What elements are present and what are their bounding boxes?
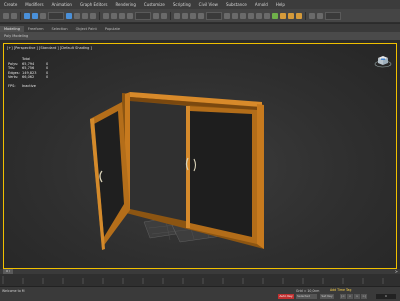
named-selection-dropdown[interactable] xyxy=(206,11,222,20)
reference-coordinate-dropdown[interactable] xyxy=(135,11,151,20)
scale-icon[interactable] xyxy=(119,12,125,19)
menu-civil-view[interactable]: Civil View xyxy=(195,2,222,7)
track-bar[interactable] xyxy=(0,274,400,286)
align-icon[interactable] xyxy=(232,12,238,19)
project-folder-icon[interactable] xyxy=(317,12,323,19)
layer-explorer-icon[interactable] xyxy=(240,12,246,19)
menu-modifiers[interactable]: Modifiers xyxy=(21,2,47,7)
play-button[interactable]: > xyxy=(354,294,360,299)
toolbar-divider xyxy=(20,11,21,20)
move-icon[interactable] xyxy=(103,12,109,19)
set-key-button[interactable]: Set Key xyxy=(320,294,334,299)
right-door-panel xyxy=(186,106,257,244)
angle-snap-icon[interactable] xyxy=(182,12,188,19)
current-frame-field[interactable]: 0 xyxy=(376,294,396,299)
select-manipulate-icon[interactable] xyxy=(161,12,167,19)
link-icon[interactable] xyxy=(24,12,30,19)
workspace-dropdown[interactable] xyxy=(325,11,341,20)
maxscript-listener-prompt[interactable]: Welcome to M xyxy=(2,289,25,293)
undo-icon[interactable] xyxy=(3,12,9,19)
placement-icon[interactable] xyxy=(127,12,133,19)
auto-key-button[interactable]: Auto Key xyxy=(278,294,294,299)
menu-help[interactable]: Help xyxy=(272,2,289,7)
rectangle-selection-icon[interactable] xyxy=(82,12,88,19)
door-model[interactable] xyxy=(4,44,397,269)
window-crossing-icon[interactable] xyxy=(90,12,96,19)
unlink-icon[interactable] xyxy=(32,12,38,19)
menu-create[interactable]: Create xyxy=(0,2,21,7)
bind-space-warp-icon[interactable] xyxy=(40,12,46,19)
snap-toggle-icon[interactable] xyxy=(174,12,180,19)
menu-scripting[interactable]: Scripting xyxy=(169,2,195,7)
schematic-view-icon[interactable] xyxy=(264,12,270,19)
menu-arnold[interactable]: Arnold xyxy=(251,2,272,7)
poly-modeling-panel[interactable]: Poly Modeling xyxy=(0,34,32,38)
previous-frame-button[interactable]: < xyxy=(347,294,353,299)
rotate-icon[interactable] xyxy=(111,12,117,19)
ribbon-subtab: Poly Modeling xyxy=(0,32,400,40)
perspective-viewport[interactable]: [+] [Perspective ] [Standard ] [Default … xyxy=(3,43,397,269)
menu-graph-editors[interactable]: Graph Editors xyxy=(76,2,111,7)
rendered-frame-window-icon[interactable] xyxy=(288,12,294,19)
menu-customize[interactable]: Customize xyxy=(140,2,169,7)
status-bar: Welcome to M Auto Key Grid = 10,0cm Add … xyxy=(0,286,400,301)
select-object-icon[interactable] xyxy=(66,12,72,19)
percent-snap-icon[interactable] xyxy=(190,12,196,19)
redo-icon[interactable] xyxy=(11,12,17,19)
curve-editor-icon[interactable] xyxy=(256,12,262,19)
ribbon-tabs: Modeling Freeform Selection Object Paint… xyxy=(0,24,400,32)
grid-size-readout: Grid = 10,0cm xyxy=(296,289,320,293)
playback-controls: |< < > >| xyxy=(340,294,367,299)
mirror-icon[interactable] xyxy=(224,12,230,19)
menu-rendering[interactable]: Rendering xyxy=(111,2,139,7)
render-production-icon[interactable] xyxy=(296,12,302,19)
select-by-name-icon[interactable] xyxy=(74,12,80,19)
menu-substance[interactable]: Substance xyxy=(222,2,251,7)
toggle-ribbon-icon[interactable] xyxy=(248,12,254,19)
door-opening xyxy=(130,101,190,222)
menu-animation[interactable]: Animation xyxy=(48,2,76,7)
go-to-start-button[interactable]: |< xyxy=(340,294,346,299)
go-to-end-button[interactable]: >| xyxy=(361,294,367,299)
main-toolbar xyxy=(0,9,400,23)
toolbar-divider xyxy=(170,11,171,20)
selection-filter-dropdown[interactable] xyxy=(48,11,64,20)
pivot-center-icon[interactable] xyxy=(153,12,159,19)
add-time-tag[interactable]: Add Time Tag xyxy=(330,288,351,292)
key-filter-dropdown[interactable]: Selected xyxy=(296,294,317,299)
workspace-icon[interactable] xyxy=(309,12,315,19)
menu-bar: Create Modifiers Animation Graph Editors… xyxy=(0,0,400,9)
toolbar-divider xyxy=(305,11,306,20)
material-editor-icon[interactable] xyxy=(272,12,278,19)
render-setup-icon[interactable] xyxy=(280,12,286,19)
toolbar-divider xyxy=(99,11,100,20)
spinner-snap-icon[interactable] xyxy=(198,12,204,19)
